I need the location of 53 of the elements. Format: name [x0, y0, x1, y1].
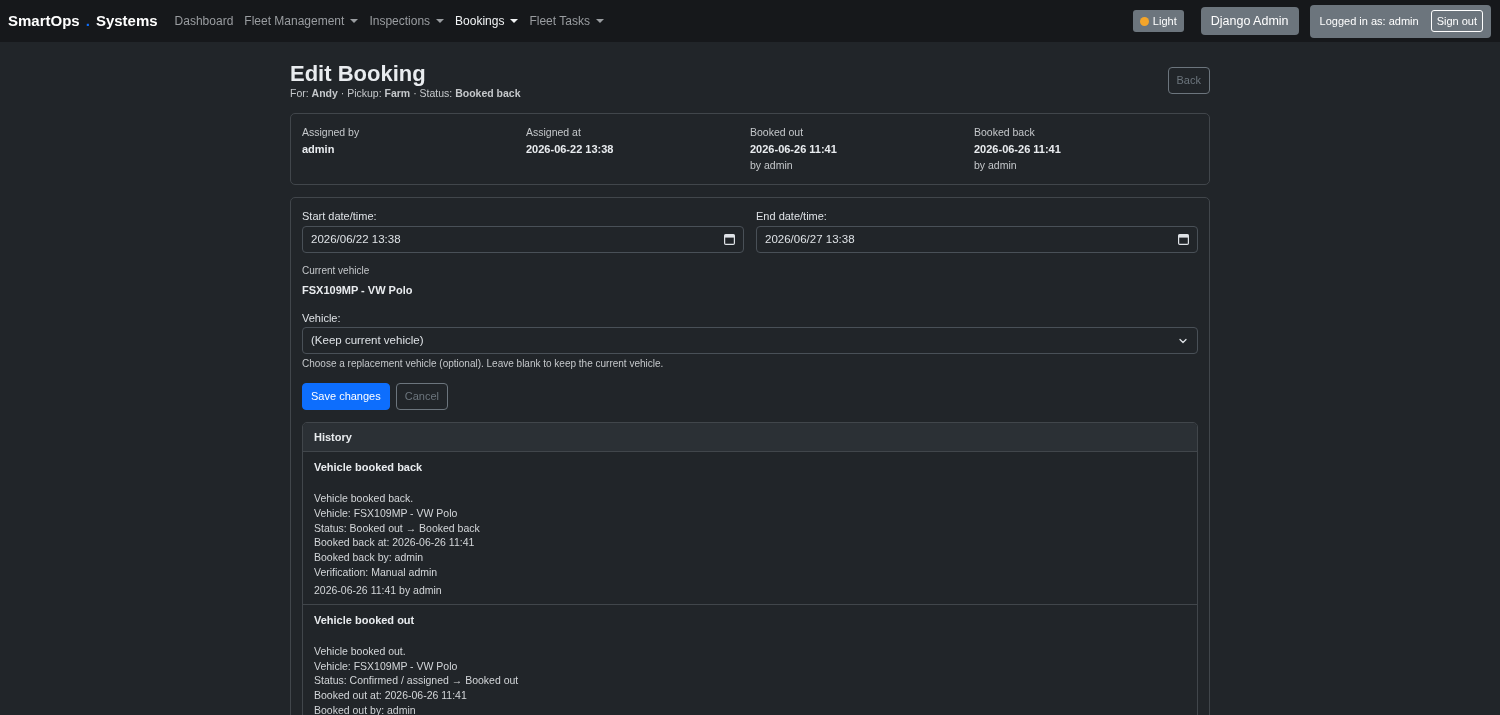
calendar-icon[interactable]: [1178, 234, 1189, 245]
summary-value: 2026-06-26 11:41: [974, 142, 1061, 157]
summary-by: by admin: [750, 158, 793, 173]
history-line: Booked back by: admin: [314, 550, 424, 565]
nav-link[interactable]: Inspections: [369, 12, 445, 30]
nav-link[interactable]: Fleet Tasks: [529, 12, 604, 30]
user-label: Logged in as: admin: [1319, 13, 1419, 29]
booking-subtitle: For: Andy · Pickup: Farm · Status: Booked back: [290, 87, 521, 100]
caret-down-icon: [510, 19, 519, 23]
page-title: Edit Booking: [290, 61, 427, 87]
history-line: Status: Booked out → Booked back: [314, 520, 480, 536]
vehicle-select[interactable]: (Keep current vehicle): [302, 327, 1198, 354]
summary-label: Assigned by: [302, 125, 360, 139]
summary-by: by admin: [974, 158, 1017, 173]
help-text: Choose a replacement vehicle (optional). Leave blank to keep the current vehicle.: [302, 358, 664, 370]
summary-value: admin: [302, 142, 335, 157]
summary-value: 2026-06-22 13:38: [526, 142, 614, 157]
caret-down-icon: [595, 19, 604, 23]
history-entry-title: Vehicle booked back: [314, 460, 423, 474]
current-vehicle-label: Current vehicle: [302, 265, 370, 277]
field-label: End date/time:: [756, 209, 827, 223]
summary-value: 2026-06-26 11:41: [750, 142, 837, 157]
caret-down-icon: [436, 19, 445, 23]
history-line: Vehicle: FSX109MP - VW Polo: [314, 505, 458, 521]
circle-icon: [1139, 16, 1149, 26]
sign-out-button[interactable]: Sign out: [1430, 10, 1483, 32]
caret-down-icon: [350, 19, 359, 23]
summary-label: Assigned at: [526, 125, 581, 139]
history-line: Verification: Manual admin: [314, 565, 438, 580]
admin-button[interactable]: Django Admin: [1200, 7, 1299, 35]
nav-link[interactable]: Bookings: [455, 12, 519, 30]
field-label: Start date/time:: [302, 209, 377, 223]
history-line: Vehicle booked out.: [314, 643, 406, 659]
current-vehicle-value: FSX109MP - VW Polo: [302, 283, 413, 298]
history-line: Vehicle booked back.: [314, 491, 414, 506]
summary-label: Booked back: [974, 125, 1035, 139]
field-label: Vehicle:: [302, 311, 341, 325]
datetime-field[interactable]: 2026/06/22 13:38: [302, 226, 744, 253]
history-line: Booked back at: 2026-06-26 11:41: [314, 535, 475, 551]
datetime-field[interactable]: 2026/06/27 13:38: [756, 226, 1198, 253]
history-line: Vehicle: FSX109MP - VW Polo: [314, 658, 458, 674]
history-line: Booked out at: 2026-06-26 11:41: [314, 688, 467, 703]
history-line: Status: Confirmed / assigned → Booked out: [314, 673, 519, 689]
calendar-icon[interactable]: [724, 234, 735, 245]
history-timestamp: 2026-06-26 11:41 by admin: [314, 582, 442, 597]
brand-logo[interactable]: SmartOps . Systems: [8, 9, 158, 33]
summary-label: Booked out: [750, 125, 804, 139]
theme-button[interactable]: Light: [1132, 10, 1184, 32]
save-button[interactable]: Save changes: [302, 383, 390, 410]
nav-link[interactable]: Dashboard: [174, 12, 234, 30]
nav-link[interactable]: Fleet Management: [244, 12, 359, 30]
history-title: History: [314, 429, 352, 445]
history-entry-title: Vehicle booked out: [314, 612, 415, 627]
